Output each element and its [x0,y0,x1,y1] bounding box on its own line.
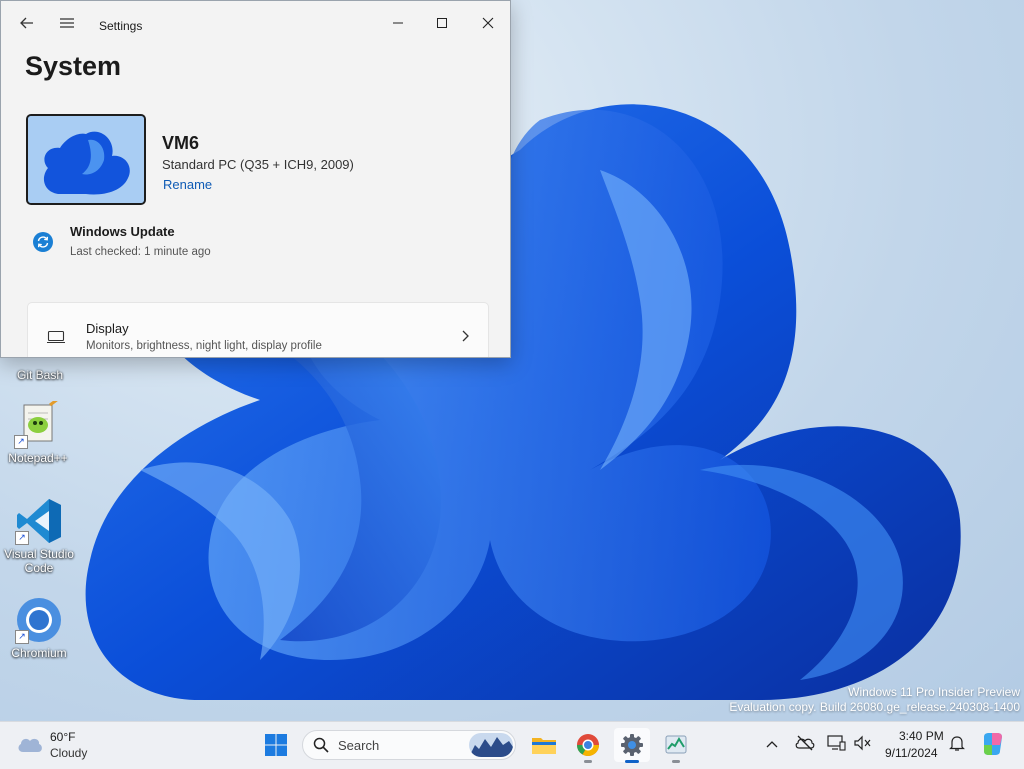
running-indicator [672,760,680,763]
clock-time: 3:40 PM [899,729,944,743]
cloudy-weather-icon [18,738,42,752]
settings-item-display[interactable]: Display Monitors, brightness, night ligh… [27,302,489,357]
title-bar[interactable]: Settings [1,1,510,49]
page-title: System [25,51,122,81]
clock-date: 9/11/2024 [885,746,938,760]
watermark-line-1: Windows 11 Pro Insider Preview [848,685,1020,699]
shortcut-arrow-icon: ↗ [15,531,29,545]
network-disconnected-icon[interactable] [795,734,815,752]
settings-gear-icon [621,734,643,756]
taskbar-app-chromium[interactable] [570,728,606,763]
show-hidden-icons-chevron-icon[interactable] [766,739,778,749]
weather-condition: Cloudy [50,746,88,760]
back-button[interactable] [7,5,47,41]
running-indicator [584,760,592,763]
desktop-icon-label: Visual Studio Code [4,547,74,575]
hamburger-menu-icon [60,18,74,28]
chevron-right-icon [462,330,469,342]
weather-temperature: 60°F [50,730,76,744]
desktop-icon-chromium[interactable]: ↗ Chromium [3,596,75,660]
rename-link[interactable]: Rename [163,177,212,192]
windows-update-button[interactable] [33,232,53,252]
minimize-icon [393,22,403,24]
desktop-icon-notepad-plus-plus[interactable]: ↗ Notepad++ [2,397,74,465]
visual-studio-code-icon: ↗ [15,497,63,545]
chromium-icon: ↗ [15,596,63,644]
device-thumbnail [26,114,146,205]
windows-update-title[interactable]: Windows Update [70,224,175,239]
windows-start-icon [265,734,287,756]
windows-update-sync-icon [33,232,53,252]
taskbar-app-task-manager[interactable] [658,728,694,763]
wallpaper-thumbnail-image [28,116,144,203]
settings-item-title: Display [86,321,129,336]
watermark-line-2: Evaluation copy. Build 26080.ge_release.… [729,700,1020,714]
close-icon [482,17,494,29]
settings-item-description: Monitors, brightness, night light, displ… [86,340,322,352]
taskbar-app-file-explorer[interactable] [526,728,562,762]
navigation-menu-button[interactable] [47,5,87,41]
desktop-icon-label: Chromium [11,646,67,660]
search-highlight-image [469,733,513,757]
back-arrow-icon [20,17,33,29]
search-placeholder: Search [338,738,380,753]
shortcut-arrow-icon: ↗ [14,435,28,449]
notepad-plus-plus-icon: ↗ [14,397,62,449]
desktop-icon-label: Git Bash [16,368,64,382]
taskbar-app-settings[interactable] [614,728,650,763]
window-title: Settings [99,19,143,33]
device-model: Standard PC (Q35 + ICH9, 2009) [162,157,354,172]
volume-muted-icon[interactable] [853,734,873,752]
chromium-icon [577,734,599,756]
laptop-display-icon [47,330,65,344]
copilot-preview-icon[interactable] [980,731,1006,757]
maximize-button[interactable] [422,5,462,41]
settings-window: Settings System VM6 Standard PC (Q35 + I… [0,0,511,358]
windows-update-status: Last checked: 1 minute ago [70,246,211,258]
notification-bell-icon[interactable] [948,734,966,752]
evaluation-watermark: Windows 11 Pro Insider Preview Evaluatio… [729,685,1020,715]
taskbar-search-box[interactable]: Search [302,730,516,760]
active-window-indicator [625,760,639,763]
task-manager-icon [665,735,687,754]
minimize-button[interactable] [378,5,418,41]
search-icon [313,737,329,753]
taskbar: 60°F Cloudy Search 3:40 PM 9/11/2024 [0,721,1024,769]
start-button[interactable] [258,728,294,762]
file-explorer-icon [532,738,556,754]
shortcut-arrow-icon: ↗ [15,630,29,644]
desktop-icon-label: Notepad++ [8,451,68,465]
device-name: VM6 [162,133,200,153]
close-button[interactable] [468,5,508,41]
maximize-icon [437,18,447,28]
desktop-icon-visual-studio-code[interactable]: ↗ Visual Studio Code [3,497,75,575]
display-projection-icon[interactable] [827,734,847,752]
